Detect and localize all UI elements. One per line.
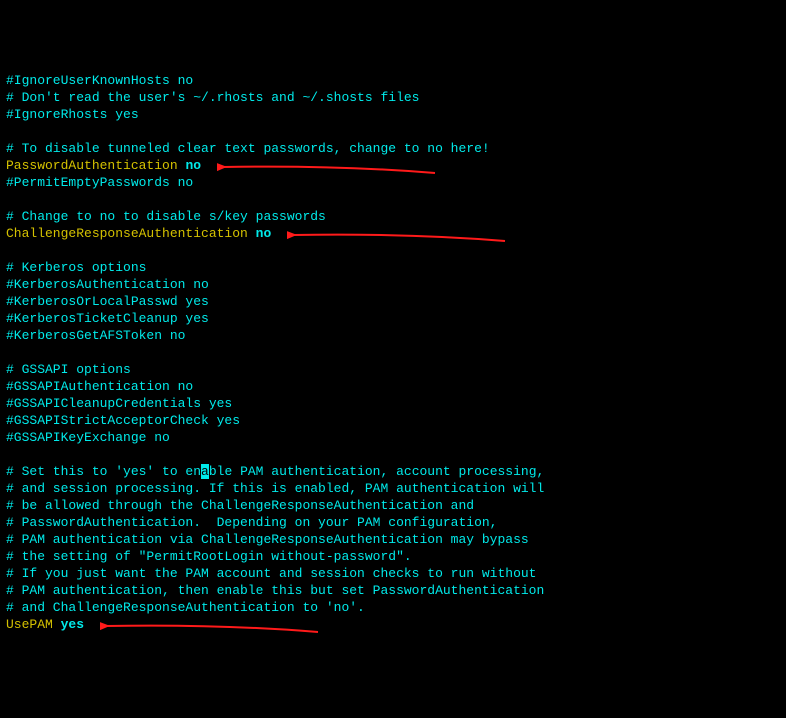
config-line (6, 446, 780, 463)
comment-text: # PAM authentication, then enable this b… (6, 583, 544, 598)
comment-text: # the setting of "PermitRootLogin withou… (6, 549, 412, 564)
config-line: #KerberosGetAFSToken no (6, 327, 780, 344)
config-line: ChallengeResponseAuthentication no (6, 225, 780, 242)
config-line: #PermitEmptyPasswords no (6, 174, 780, 191)
config-line: #KerberosTicketCleanup yes (6, 310, 780, 327)
config-line: #GSSAPICleanupCredentials yes (6, 395, 780, 412)
config-line (6, 344, 780, 361)
comment-text: #GSSAPIAuthentication no (6, 379, 193, 394)
annotation-arrow-icon (287, 227, 507, 241)
comment-text: #KerberosOrLocalPasswd yes (6, 294, 209, 309)
comment-text: # To disable tunneled clear text passwor… (6, 141, 490, 156)
config-directive-key: UsePAM (6, 617, 53, 632)
comment-text: #GSSAPIKeyExchange no (6, 430, 170, 445)
annotation-arrow-icon (100, 618, 320, 632)
config-directive-value: no (256, 226, 272, 241)
annotation-arrow-icon (217, 159, 437, 173)
comment-text: #KerberosGetAFSToken no (6, 328, 185, 343)
comment-text: # Don't read the user's ~/.rhosts and ~/… (6, 90, 419, 105)
config-directive-value: no (185, 158, 201, 173)
comment-text: # Change to no to disable s/key password… (6, 209, 326, 224)
config-line: # Kerberos options (6, 259, 780, 276)
config-line: #GSSAPIStrictAcceptorCheck yes (6, 412, 780, 429)
comment-text: # Kerberos options (6, 260, 146, 275)
config-line: #KerberosAuthentication no (6, 276, 780, 293)
config-line: #KerberosOrLocalPasswd yes (6, 293, 780, 310)
comment-text: # GSSAPI options (6, 362, 131, 377)
comment-text: ble PAM authentication, account processi… (209, 464, 544, 479)
config-line: # PasswordAuthentication. Depending on y… (6, 514, 780, 531)
config-line: #IgnoreUserKnownHosts no (6, 72, 780, 89)
config-line (6, 123, 780, 140)
config-line: # the setting of "PermitRootLogin withou… (6, 548, 780, 565)
config-directive-key: ChallengeResponseAuthentication (6, 226, 248, 241)
config-line: # PAM authentication, then enable this b… (6, 582, 780, 599)
comment-text: # PasswordAuthentication. Depending on y… (6, 515, 497, 530)
comment-text: # PAM authentication via ChallengeRespon… (6, 532, 529, 547)
config-line: PasswordAuthentication no (6, 157, 780, 174)
comment-text: # and ChallengeResponseAuthentication to… (6, 600, 365, 615)
config-line: # If you just want the PAM account and s… (6, 565, 780, 582)
config-line: #IgnoreRhosts yes (6, 106, 780, 123)
config-line: # PAM authentication via ChallengeRespon… (6, 531, 780, 548)
comment-text: #PermitEmptyPasswords no (6, 175, 193, 190)
config-line: #GSSAPIAuthentication no (6, 378, 780, 395)
config-line: # and session processing. If this is ena… (6, 480, 780, 497)
comment-text: #GSSAPIStrictAcceptorCheck yes (6, 413, 240, 428)
config-line: # be allowed through the ChallengeRespon… (6, 497, 780, 514)
config-line: # Don't read the user's ~/.rhosts and ~/… (6, 89, 780, 106)
config-line: # and ChallengeResponseAuthentication to… (6, 599, 780, 616)
comment-text: #IgnoreUserKnownHosts no (6, 73, 193, 88)
config-line (6, 242, 780, 259)
config-line: # Change to no to disable s/key password… (6, 208, 780, 225)
config-line: #GSSAPIKeyExchange no (6, 429, 780, 446)
config-line: UsePAM yes (6, 616, 780, 633)
comment-text: # Set this to 'yes' to en (6, 464, 201, 479)
config-directive-value: yes (61, 617, 84, 632)
terminal-editor-view[interactable]: #IgnoreUserKnownHosts no # Don't read the… (6, 72, 780, 633)
config-line (6, 191, 780, 208)
config-line: # Set this to 'yes' to enable PAM authen… (6, 463, 780, 480)
config-line: # To disable tunneled clear text passwor… (6, 140, 780, 157)
comment-text: #IgnoreRhosts yes (6, 107, 139, 122)
comment-text: # and session processing. If this is ena… (6, 481, 544, 496)
comment-text: #KerberosAuthentication no (6, 277, 209, 292)
comment-text: #GSSAPICleanupCredentials yes (6, 396, 232, 411)
comment-text: # If you just want the PAM account and s… (6, 566, 537, 581)
config-directive-key: PasswordAuthentication (6, 158, 178, 173)
config-line: # GSSAPI options (6, 361, 780, 378)
comment-text: #KerberosTicketCleanup yes (6, 311, 209, 326)
comment-text: # be allowed through the ChallengeRespon… (6, 498, 474, 513)
editor-cursor: a (201, 464, 209, 479)
